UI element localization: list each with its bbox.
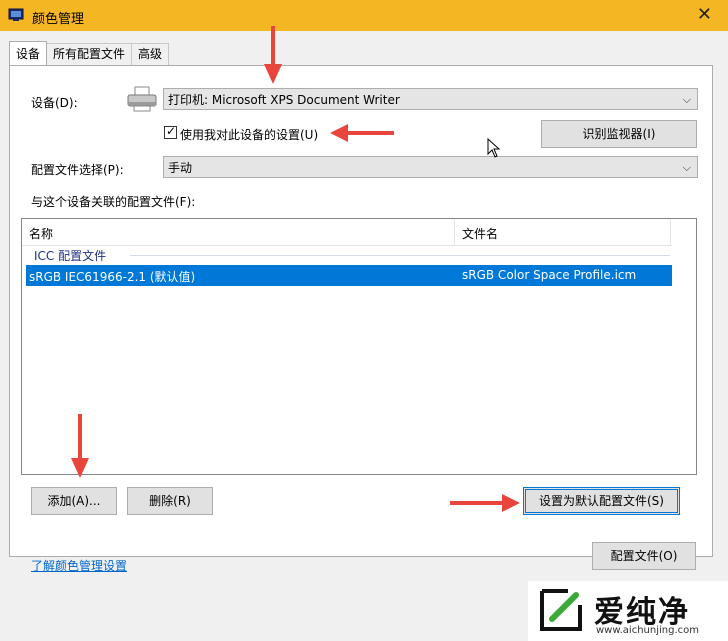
identify-monitors-button[interactable]: 识别监视器(I) — [541, 120, 697, 148]
device-dropdown[interactable]: 打印机: Microsoft XPS Document Writer ⌵ — [163, 88, 698, 110]
column-divider[interactable] — [670, 219, 671, 245]
add-button[interactable]: 添加(A)... — [31, 487, 117, 515]
window-title: 颜色管理 — [32, 12, 85, 27]
column-header-filename[interactable]: 文件名 — [462, 225, 498, 242]
title-bar: 颜色管理 ✕ — [0, 0, 728, 31]
color-management-icon — [8, 8, 24, 21]
learn-color-management-link[interactable]: 了解颜色管理设置 — [31, 557, 127, 574]
annotation-arrow-down-icon — [71, 414, 89, 478]
profile-selection-dropdown[interactable]: 手动 ⌵ — [163, 156, 698, 178]
tab-all-profiles[interactable]: 所有配置文件 — [46, 43, 133, 65]
brand-logo-icon — [540, 589, 582, 631]
chevron-down-icon: ⌵ — [682, 161, 691, 174]
set-default-profile-button[interactable]: 设置为默认配置文件(S) — [523, 487, 680, 515]
chevron-down-icon: ⌵ — [682, 93, 691, 106]
list-header: 名称 文件名 — [22, 219, 672, 246]
checkmark-icon: ✓ — [166, 124, 177, 138]
profile-selection-value: 手动 — [168, 161, 193, 175]
row-name: sRGB IEC61966-2.1 (默认值) — [29, 270, 196, 284]
annotation-arrow-down-icon — [264, 26, 282, 84]
profile-selection-label: 配置文件选择(P): — [31, 163, 124, 177]
mouse-cursor-icon — [487, 138, 501, 158]
watermark-url: www.aichunjing.com — [596, 625, 699, 636]
printer-icon — [127, 86, 157, 112]
close-icon[interactable]: ✕ — [697, 4, 712, 25]
device-dropdown-value: 打印机: Microsoft XPS Document Writer — [168, 93, 400, 107]
remove-button[interactable]: 删除(R) — [127, 487, 213, 515]
associated-profiles-label: 与这个设备关联的配置文件(F): — [31, 195, 196, 209]
annotation-arrow-right-icon — [450, 494, 520, 512]
use-my-settings-label[interactable]: 使用我对此设备的设置(U) — [180, 126, 318, 143]
column-header-name[interactable]: 名称 — [29, 225, 53, 242]
table-row[interactable]: sRGB IEC61966-2.1 (默认值) sRGB Color Space… — [26, 265, 672, 286]
group-divider — [130, 255, 670, 256]
group-header-icc: ICC 配置文件 — [34, 249, 107, 263]
annotation-arrow-left-icon — [330, 124, 394, 142]
tab-devices[interactable]: 设备 — [9, 41, 48, 65]
profiles-list[interactable]: 名称 文件名 ICC 配置文件 sRGB IEC61966-2.1 (默认值) … — [21, 218, 697, 475]
device-label: 设备(D): — [31, 96, 78, 110]
profiles-button[interactable]: 配置文件(O) — [592, 542, 696, 570]
use-my-settings-checkbox[interactable]: ✓ — [164, 124, 177, 139]
tab-strip: 设备 所有配置文件 高级 — [9, 41, 170, 65]
watermark: 爱纯净 www.aichunjing.com — [528, 581, 728, 641]
column-divider[interactable] — [454, 219, 455, 245]
tab-advanced[interactable]: 高级 — [131, 43, 170, 65]
row-filename: sRGB Color Space Profile.icm — [462, 268, 637, 282]
